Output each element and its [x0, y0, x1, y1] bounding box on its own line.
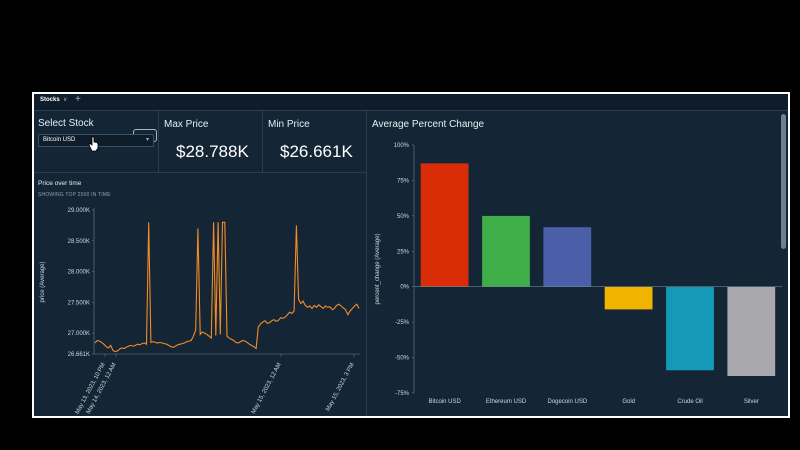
bar-gold	[604, 286, 653, 310]
average-percent-change-panel: Average Percent Change 100% 75% 50% 25% 0% -2…	[366, 110, 788, 416]
min-price-title: Min Price	[268, 119, 310, 130]
x-tick-label: Gold	[622, 399, 635, 405]
x-tick-label: Crude Oil	[677, 399, 702, 405]
x-tick-label: May 15, 2023, 12 AM	[251, 362, 283, 415]
y-tick-label: 25%	[397, 249, 410, 255]
bar-silver	[727, 286, 776, 376]
y-tick-label: -50%	[395, 356, 410, 362]
y-tick-label: 100%	[394, 143, 410, 149]
price-over-time-panel: Price over time SHOWING TOP 2500 IN TIME…	[34, 172, 367, 416]
y-tick-label: 75%	[397, 178, 410, 184]
x-tick-label: Ethereum USD	[486, 399, 527, 405]
sheet-tab-bar: Stocks ∨ +	[34, 94, 788, 111]
chevron-down-icon[interactable]: ∨	[63, 96, 67, 103]
price-series-line	[94, 221, 360, 353]
x-tick-label: May 15, 2023, 3 PM	[325, 362, 356, 412]
y-tick-label: 28.000K	[68, 270, 90, 276]
max-price-title: Max Price	[164, 119, 209, 130]
select-stock-title: Select Stock	[38, 118, 94, 129]
vertical-scrollbar[interactable]	[781, 114, 786, 249]
chevron-down-icon: ▾	[145, 137, 149, 143]
x-tick-label: Bitcoin USD	[428, 399, 461, 405]
bar-ethereum-usd	[482, 215, 530, 287]
y-tick-label: 26.661K	[68, 352, 90, 358]
y-axis-title: percent_change (Average)	[375, 234, 381, 305]
min-price-value: $26.661K	[280, 142, 353, 161]
y-tick-label: 29.000K	[68, 208, 90, 214]
y-tick-label: 28.500K	[68, 239, 90, 245]
y-tick-label: 27.000K	[68, 331, 90, 337]
y-tick-label: -25%	[395, 320, 410, 326]
select-stock-panel: Select Stock Bitcoin USD ▾	[34, 110, 159, 173]
x-tick-label: Silver	[744, 399, 759, 405]
y-tick-label: 0%	[400, 285, 409, 291]
pointer-cursor-icon	[88, 136, 99, 152]
y-tick-label: -75%	[395, 391, 410, 397]
max-price-value: $28.788K	[176, 142, 249, 161]
bar-bitcoin-usd	[420, 163, 469, 287]
bar-dogecoin-usd	[543, 227, 592, 287]
bar-chart: 100% 75% 50% 25% 0% -25% -50% -75% percent_chang…	[375, 143, 782, 405]
line-chart: 29.000K 28.500K 28.000K 27.500K 27.000K 26.66…	[40, 208, 360, 415]
y-tick-label: 50%	[397, 214, 410, 220]
max-price-panel: Max Price $28.788K	[158, 110, 263, 173]
stock-dropdown-value: Bitcoin USD	[43, 137, 76, 143]
add-sheet-button[interactable]: +	[75, 94, 81, 105]
dashboard: Stocks ∨ + Select Stock Bitcoin USD ▾ Ma…	[34, 94, 788, 416]
x-tick-label: Dogecoin USD	[547, 399, 587, 405]
tab-stocks[interactable]: Stocks	[40, 97, 60, 103]
y-axis-title: price (Average)	[40, 262, 46, 303]
y-tick-label: 27.500K	[68, 300, 90, 306]
min-price-panel: Min Price $26.661K	[262, 110, 367, 173]
bar-crude-oil	[666, 286, 714, 371]
